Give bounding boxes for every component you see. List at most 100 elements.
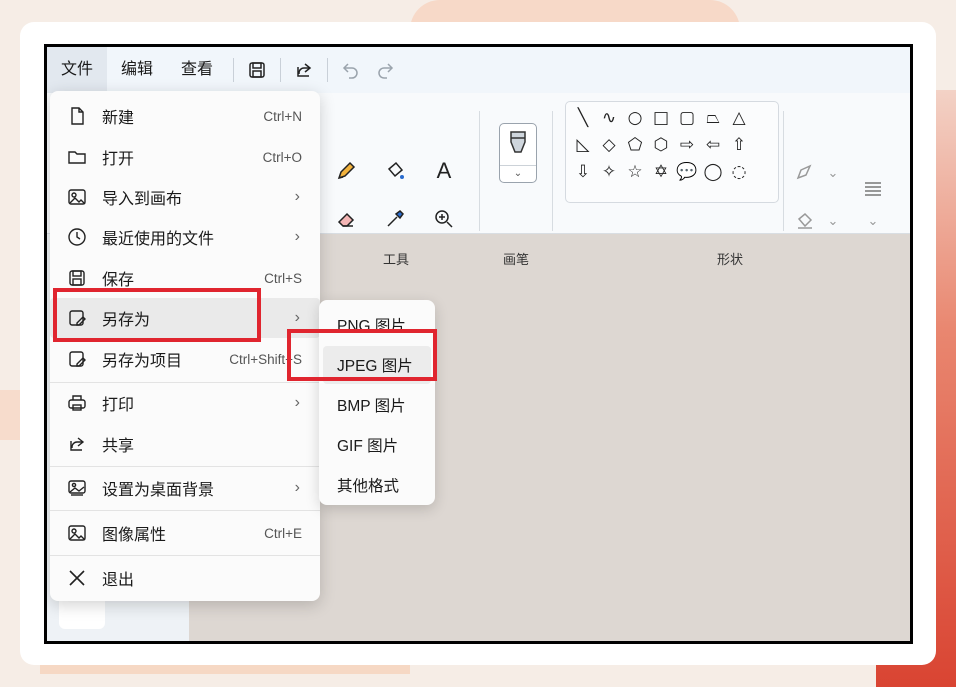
hexagon-shape-icon[interactable]: ⬡ [650, 134, 672, 156]
stroke-size-icon[interactable] [859, 175, 887, 203]
menubar: 文件 编辑 查看 [47, 47, 910, 93]
diamond-shape-icon[interactable]: ◇ [598, 134, 620, 156]
polygon-shape-icon[interactable]: ⏢ [702, 107, 724, 129]
file-menu-label: 共享 [102, 438, 135, 455]
file-menu-label: 打开 [102, 151, 135, 168]
save-as-other-formats[interactable]: 其他格式 [323, 466, 431, 504]
wallpaper-icon [66, 477, 88, 499]
star-four-shape-icon[interactable]: ✧ [598, 161, 620, 183]
file-menu-label: 打印 [102, 397, 135, 414]
star-five-shape-icon[interactable]: ☆ [624, 161, 646, 183]
undo-icon[interactable] [334, 47, 368, 93]
submenu-label: BMP 图片 [337, 398, 406, 415]
right-triangle-shape-icon[interactable]: ◺ [572, 134, 594, 156]
outline-icon[interactable] [791, 159, 819, 187]
brush-selector[interactable]: ⌄ [499, 123, 537, 183]
file-menu-label: 图像属性 [102, 527, 167, 544]
submenu-label: 其他格式 [337, 478, 400, 495]
save-as-bmp[interactable]: BMP 图片 [323, 386, 431, 424]
rectangle-shape-icon[interactable]: □ [650, 107, 672, 129]
chevron-down-icon[interactable]: ⌄ [819, 207, 847, 235]
oval-shape-icon[interactable]: ○ [624, 107, 646, 129]
menu-divider [50, 555, 320, 556]
save-icon [66, 267, 88, 289]
print-icon [66, 392, 88, 414]
curve-shape-icon[interactable]: ∿ [598, 107, 620, 129]
brush-icon [510, 131, 526, 153]
menu-divider [50, 466, 320, 467]
clock-icon [66, 226, 88, 248]
file-menu-shortcut: Ctrl+N [263, 108, 302, 124]
chevron-down-icon[interactable]: ⌄ [819, 159, 847, 187]
share-icon [66, 433, 88, 455]
file-menu-item-set-wallpaper[interactable]: 设置为桌面背景 › [50, 468, 320, 508]
save-as-gif[interactable]: GIF 图片 [323, 426, 431, 464]
ribbon-divider [783, 111, 784, 231]
file-menu-label: 导入到画布 [102, 191, 183, 208]
triangle-shape-icon[interactable]: △ [728, 107, 750, 129]
file-menu-label: 另存为项目 [102, 353, 183, 370]
image-properties-icon [66, 522, 88, 544]
save-project-icon [66, 348, 88, 370]
file-menu-label: 设置为桌面背景 [102, 482, 215, 499]
file-menu-item-new[interactable]: 新建 Ctrl+N [50, 96, 320, 136]
file-menu-item-print[interactable]: 打印 › [50, 383, 320, 423]
ribbon-divider [479, 111, 480, 231]
file-menu: 新建 Ctrl+N 打开 Ctrl+O 导入到画布 › 最近使用的文件 › 保存… [50, 91, 320, 601]
callout-cloud-shape-icon[interactable]: ◌ [728, 161, 750, 183]
fill-bucket-icon[interactable] [381, 157, 409, 185]
chevron-right-icon: › [294, 188, 300, 205]
file-menu-item-save-as-project[interactable]: 另存为项目 Ctrl+Shift+S [50, 339, 320, 379]
file-menu-item-recent[interactable]: 最近使用的文件 › [50, 217, 320, 257]
file-menu-label: 新建 [102, 110, 135, 127]
arrow-right-shape-icon[interactable]: ⇨ [676, 134, 698, 156]
pencil-icon[interactable] [332, 157, 360, 185]
arrow-up-shape-icon[interactable]: ⇧ [728, 134, 750, 156]
menubar-divider [280, 58, 282, 82]
import-image-icon [66, 186, 88, 208]
arrow-down-shape-icon[interactable]: ⇩ [572, 161, 594, 183]
fill-icon[interactable] [791, 207, 819, 235]
close-icon [66, 567, 88, 589]
folder-icon [66, 146, 88, 168]
group-label-shapes: 形状 [717, 252, 744, 267]
file-menu-item-share[interactable]: 共享 [50, 424, 320, 464]
menu-view[interactable]: 查看 [167, 47, 227, 93]
arrow-left-shape-icon[interactable]: ⇦ [702, 134, 724, 156]
text-tool-icon[interactable]: A [430, 157, 458, 185]
file-menu-item-import[interactable]: 导入到画布 › [50, 177, 320, 217]
shapes-gallery: ╲ ∿ ○ □ ▢ ⏢ △ ◺ ◇ ⬠ ⬡ ⇨ ⇦ ⇧ ⇩ ✧ ☆ ✡ 💬 ◯ … [565, 101, 779, 203]
file-menu-shortcut: Ctrl+O [262, 149, 302, 165]
highlight-box-jpeg [287, 329, 437, 381]
menubar-divider [327, 58, 329, 82]
save-icon[interactable] [240, 47, 274, 93]
file-menu-item-image-properties[interactable]: 图像属性 Ctrl+E [50, 513, 320, 553]
chevron-down-icon[interactable]: ⌄ [859, 207, 887, 235]
rounded-rectangle-shape-icon[interactable]: ▢ [676, 107, 698, 129]
magnifier-icon[interactable] [430, 205, 458, 233]
share-icon[interactable] [287, 47, 321, 93]
color-picker-icon[interactable] [381, 205, 409, 233]
redo-icon[interactable] [368, 47, 402, 93]
chevron-right-icon: › [294, 309, 300, 326]
background-decoration-left [0, 390, 22, 440]
star-six-shape-icon[interactable]: ✡ [650, 161, 672, 183]
new-file-icon [66, 105, 88, 127]
highlight-box-save-as [53, 288, 261, 342]
line-shape-icon[interactable]: ╲ [572, 107, 594, 129]
menubar-divider [233, 58, 235, 82]
menu-divider [50, 510, 320, 511]
eraser-icon[interactable] [332, 205, 360, 233]
ribbon-divider [552, 111, 553, 231]
callout-oval-shape-icon[interactable]: ◯ [702, 161, 724, 183]
file-menu-item-open[interactable]: 打开 Ctrl+O [50, 137, 320, 177]
callout-rect-shape-icon[interactable]: 💬 [676, 161, 698, 183]
pentagon-shape-icon[interactable]: ⬠ [624, 134, 646, 156]
chevron-right-icon: › [294, 394, 300, 411]
file-menu-shortcut: Ctrl+S [264, 270, 302, 286]
file-menu-label: 退出 [102, 572, 135, 589]
menu-file[interactable]: 文件 [47, 47, 108, 93]
file-menu-item-exit[interactable]: 退出 [50, 558, 320, 598]
chevron-down-icon[interactable]: ⌄ [500, 165, 536, 182]
menu-edit[interactable]: 编辑 [107, 47, 167, 93]
